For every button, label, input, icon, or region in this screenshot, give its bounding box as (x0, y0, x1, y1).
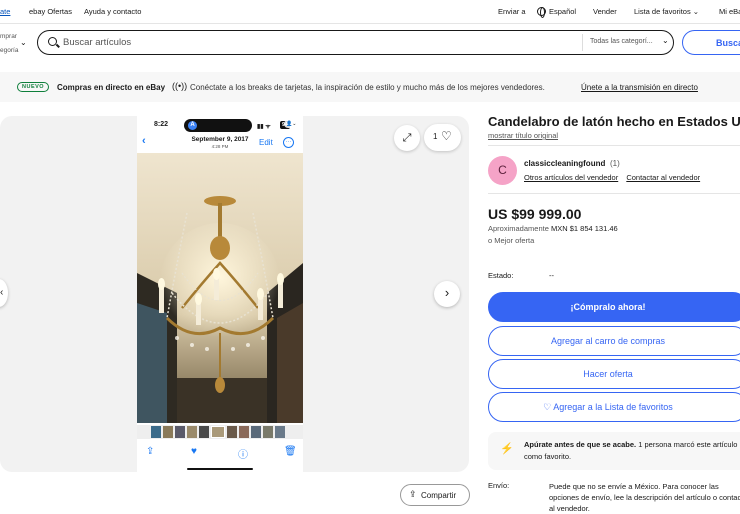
buy-now-button[interactable]: ¡Cómpralo ahora! (488, 292, 740, 322)
banner-title: Compras en directo en eBay (57, 83, 166, 92)
top-nav-left-link[interactable]: ate (0, 7, 10, 16)
help-contact-link[interactable]: Ayuda y contacto (84, 7, 141, 16)
shop-by-category[interactable]: mprar egoría (0, 30, 18, 58)
shipping-text: Puede que no se envíe a México. Para con… (549, 482, 740, 513)
watchlist-menu[interactable]: Lista de favoritos ⌄ (634, 7, 699, 16)
my-ebay-link[interactable]: Mi eBay (719, 7, 740, 16)
chevron-down-icon[interactable]: ⌄ (662, 36, 669, 45)
more-icon: ··· (283, 137, 294, 148)
photo-thumbnail (163, 426, 173, 438)
seller-links: Otros artículos del vendedor Contactar a… (524, 173, 706, 182)
person-icon: 👤⌄ (284, 120, 299, 128)
top-nav-bar: ate ebay Ofertas Ayuda y contacto Enviar… (0, 0, 740, 24)
main-product-image[interactable]: 8:22 ▮▮ ᯤ 94 ‹ September 9, 2017 4:28 PM… (137, 116, 303, 472)
info-icon: ⓘ (238, 450, 248, 461)
photo-thumbnail (275, 426, 285, 438)
make-offer-button[interactable]: Hacer oferta (488, 359, 740, 389)
join-live-link[interactable]: Únete a la transmisión en directo (581, 83, 698, 92)
banner-description: Conéctate a los breaks de tarjetas, la i… (190, 83, 545, 92)
search-bar: Buscar artículos Todas las categorí... ⌄ (37, 30, 674, 55)
expand-icon: ⤢ (402, 132, 412, 144)
shipping-label: Envío: (488, 481, 510, 490)
photo-edit-label: Edit (259, 138, 273, 147)
signal-icon: ▮▮ ᯤ (257, 124, 271, 130)
divider (488, 193, 740, 194)
approx-label: Aproximadamente (488, 224, 549, 233)
seller-name[interactable]: classiccleaningfound (524, 159, 605, 168)
condition-value: -- (549, 271, 554, 280)
photo-thumbnail (151, 426, 161, 438)
add-to-watchlist-button[interactable]: ♡ Agregar a la Lista de favoritos (488, 392, 740, 422)
alert-bold: Apúrate antes de que se acabe. (524, 440, 637, 449)
show-original-title-link[interactable]: mostrar título original (488, 131, 558, 140)
photo-thumbnail (211, 426, 225, 438)
seller-feedback-count[interactable]: (1) (610, 159, 620, 168)
sell-link[interactable]: Vender (593, 7, 617, 16)
lightning-icon: ⚡ (500, 443, 514, 455)
expand-image-button[interactable]: ⤢ (394, 125, 420, 151)
photo-thumbnail (239, 426, 249, 438)
item-title: Candelabro de latón hecho en Estados Uni… (488, 114, 740, 129)
photo-thumbnail (263, 426, 273, 438)
live-shopping-banner: NUEVO Compras en directo en eBay ((•)) C… (0, 72, 740, 102)
watchlist-label: Lista de favoritos (634, 7, 691, 16)
photo-thumbnail (187, 426, 197, 438)
category-line-2: egoría (0, 47, 19, 54)
phone-photos-header: ‹ September 9, 2017 4:28 PM Edit ··· (137, 133, 303, 152)
chevron-left-icon: ‹ (0, 287, 4, 298)
chevron-right-icon: › (444, 285, 450, 300)
watch-button[interactable]: 1 ♡ (424, 124, 461, 151)
ship-to-link[interactable]: Enviar a (498, 7, 526, 16)
live-broadcast-icon: ((•)) (172, 81, 188, 91)
next-image-button[interactable]: › (434, 281, 460, 307)
photo-thumbnail (251, 426, 261, 438)
share-icon: ⇪ (146, 446, 155, 457)
chandelier-photo (137, 153, 303, 423)
alert-text: Apúrate antes de que se acabe. 1 persona… (524, 439, 740, 463)
condition-label: Estado: (488, 271, 514, 280)
photo-thumbnail (175, 426, 185, 438)
search-input[interactable]: Buscar artículos (63, 37, 131, 48)
category-line-1: mprar (0, 33, 17, 40)
phone-time: 8:22 (154, 121, 169, 128)
share-button[interactable]: Compartir (400, 484, 470, 506)
search-button[interactable]: Busca (682, 30, 740, 55)
previous-image-button[interactable]: ‹ (0, 279, 8, 307)
heart-outline-icon: ♡ (441, 129, 452, 143)
item-price: US $99 999.00 (488, 206, 582, 222)
seller-avatar[interactable]: C (488, 156, 517, 185)
contact-seller-link[interactable]: Contactar al vendedor (626, 173, 700, 182)
approx-price: Aproximadamente MXN $1 854 131.46 (488, 224, 618, 233)
photo-date: September 9, 2017 (191, 136, 249, 143)
globe-icon (537, 7, 546, 18)
divider (488, 145, 740, 146)
chevron-down-icon[interactable]: ⌄ (20, 38, 27, 47)
search-icon (48, 37, 57, 46)
add-to-cart-button[interactable]: Agregar al carro de compras (488, 326, 740, 356)
watch-count: 1 (433, 132, 438, 141)
category-select[interactable]: Todas las categorí... (590, 38, 653, 45)
phone-home-indicator (187, 468, 253, 470)
urgency-alert: ⚡ Apúrate antes de que se acabe. 1 perso… (488, 432, 740, 470)
image-gallery: ‹ 8:22 ▮▮ ᯤ 94 ‹ September 9, 2017 4:28 … (0, 116, 469, 472)
search-divider (582, 34, 583, 51)
photo-time: 4:28 PM (211, 144, 229, 149)
photo-thumbnail (199, 426, 209, 438)
seller-other-items-link[interactable]: Otros artículos del vendedor (524, 173, 618, 182)
phone-thumbnail-strip (137, 425, 303, 439)
chevron-down-icon: ⌄ (692, 7, 700, 16)
best-offer-label: o Mejor oferta (488, 236, 535, 245)
language-selector[interactable]: Español (537, 7, 577, 18)
new-badge: NUEVO (17, 82, 50, 92)
language-label: Español (549, 7, 577, 16)
photo-thumbnail (227, 426, 237, 438)
ebay-offers-link[interactable]: ebay Ofertas (29, 7, 72, 16)
approx-value: MXN $1 854 131.46 (550, 224, 618, 233)
trash-icon: 🗑 (284, 446, 297, 457)
heart-icon: ♥ (191, 446, 197, 457)
phone-status-bar: 8:22 ▮▮ ᯤ 94 (137, 116, 303, 132)
phone-dynamic-island (184, 119, 252, 132)
